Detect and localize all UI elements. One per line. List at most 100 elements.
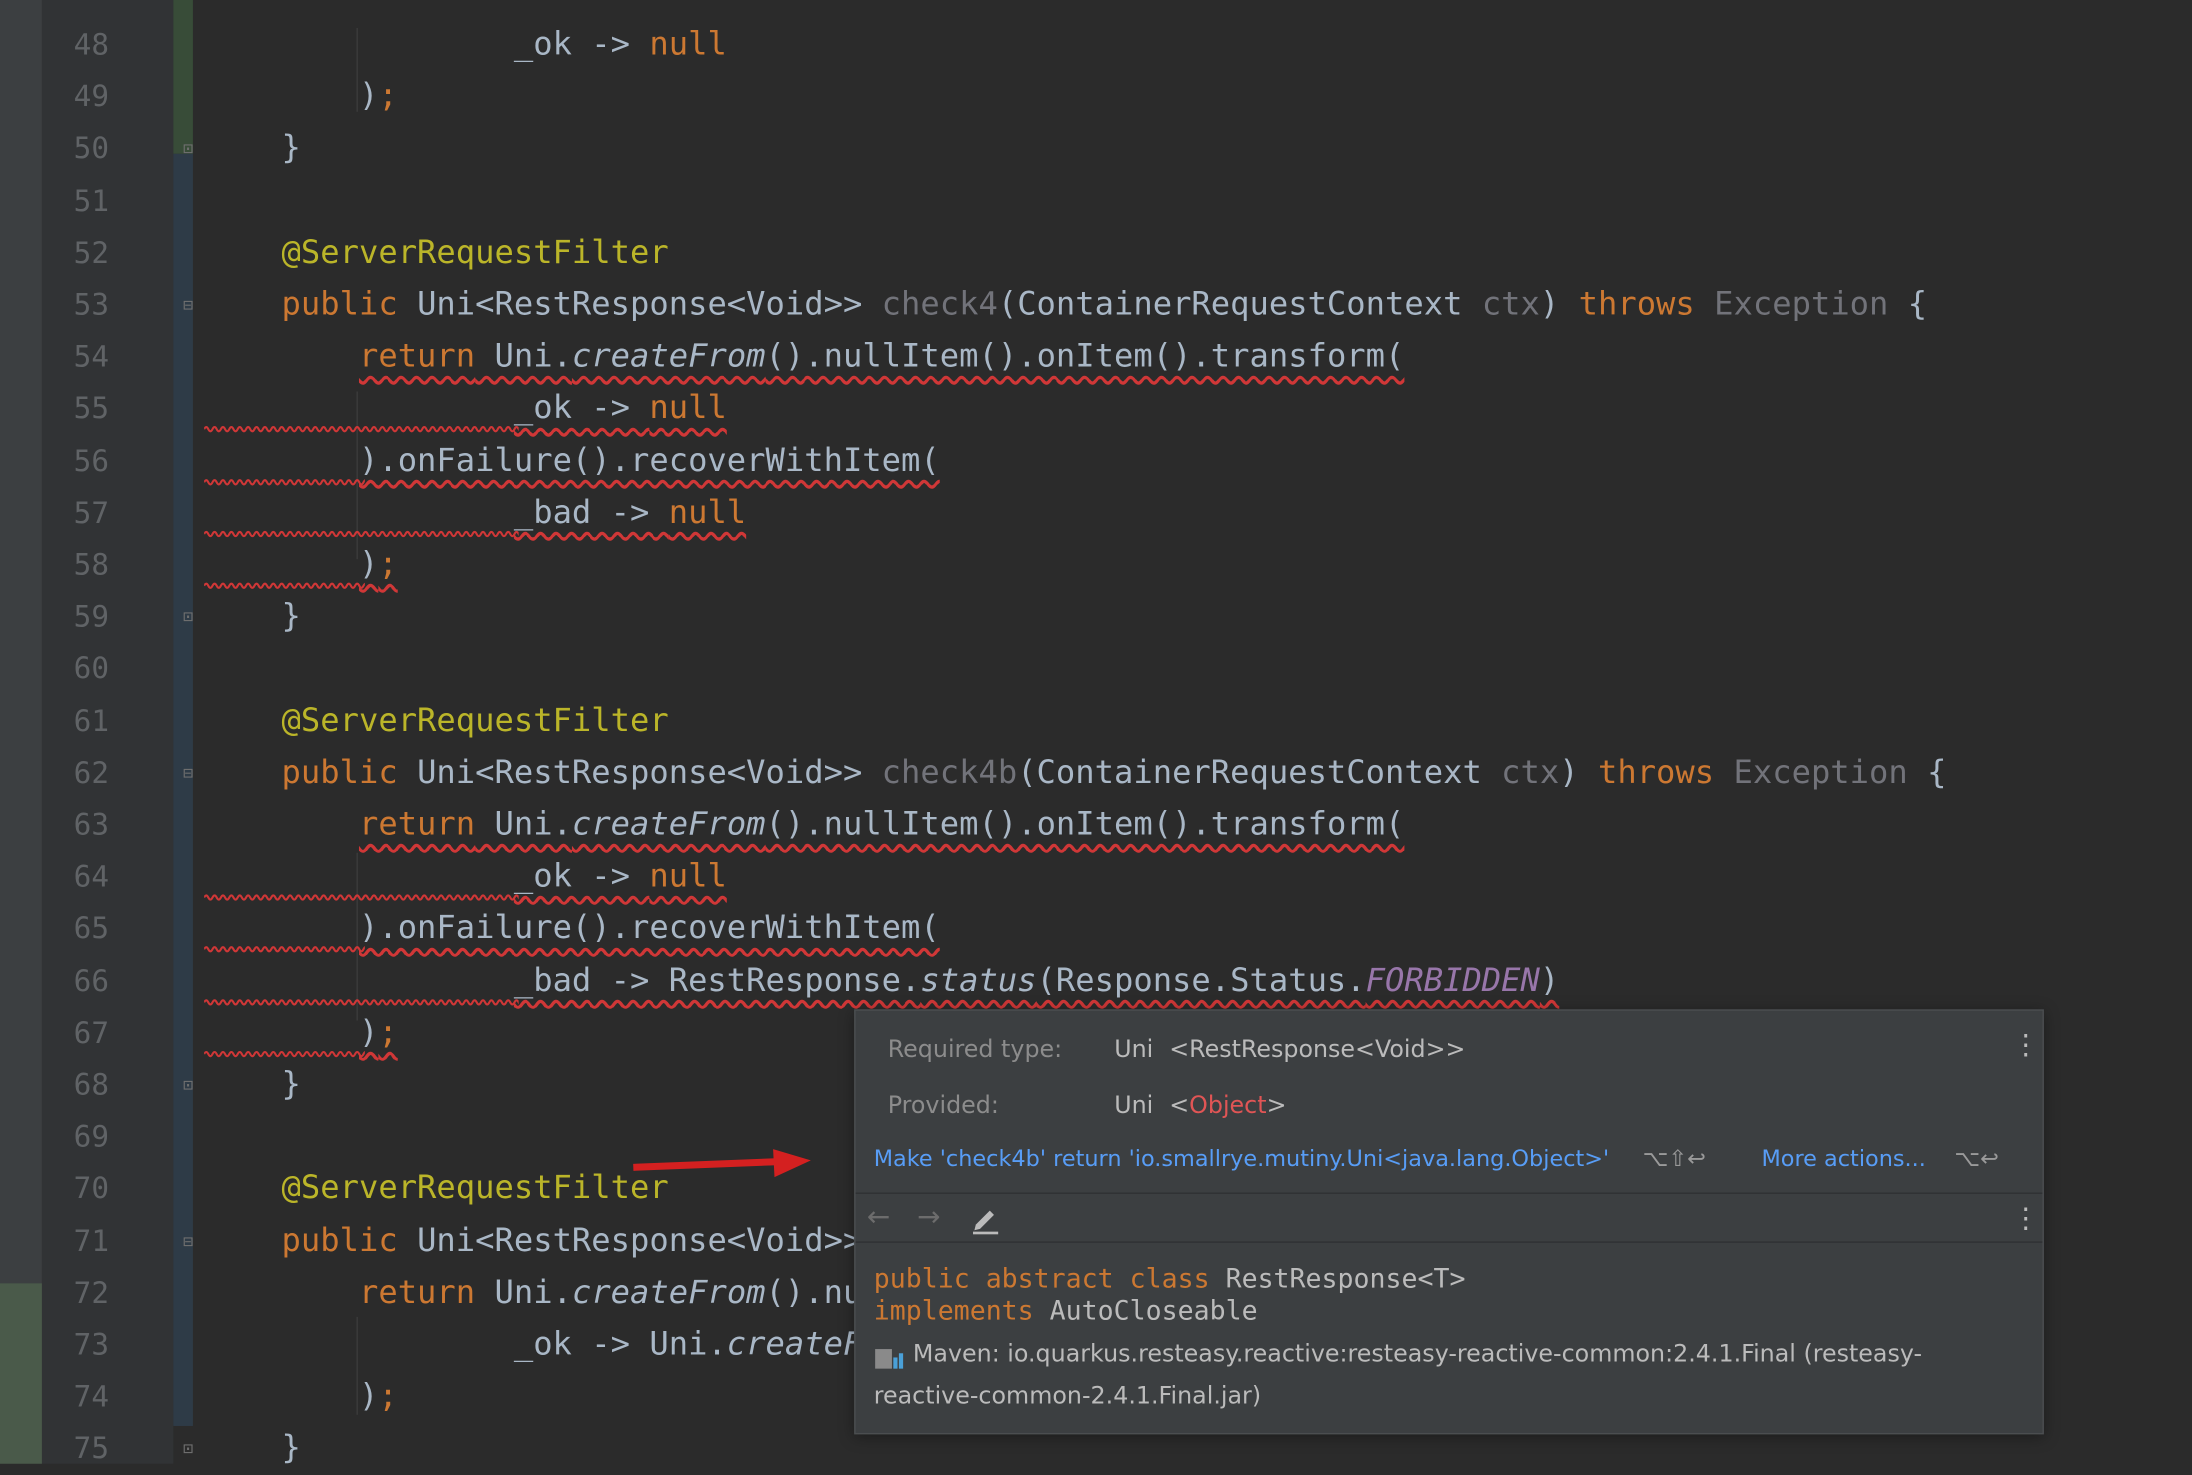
red-arrow-annotation <box>633 1149 811 1178</box>
line-number: 64 <box>73 860 110 894</box>
code-line[interactable]: 59 } ⊡ <box>0 592 2192 644</box>
indent-guide <box>356 1316 358 1415</box>
provided-type-value: Uni <box>1114 1091 1154 1120</box>
code-line[interactable]: 48 _ok -> null <box>0 20 2192 72</box>
popup-separator <box>855 1192 2043 1194</box>
forward-arrow-icon[interactable]: → <box>917 1199 940 1233</box>
code-text[interactable]: ); <box>204 72 398 124</box>
doc-implements: implements AutoCloseable <box>873 1295 1258 1327</box>
indent-guide <box>356 852 358 1021</box>
code-text[interactable]: @ServerRequestFilter <box>204 696 669 748</box>
code-text[interactable]: public Uni<RestResponse<Void>> check4b(C… <box>204 748 1947 800</box>
line-number: 55 <box>73 391 110 426</box>
provided-generic-open: < <box>1169 1091 1190 1120</box>
code-line[interactable]: 49 ); <box>0 72 2192 124</box>
line-number: 70 <box>73 1172 110 1206</box>
code-text[interactable]: _ok -> Uni.createFrom() <box>204 1320 959 1372</box>
line-number: 63 <box>73 808 110 842</box>
error-squiggle <box>204 582 365 589</box>
code-text[interactable]: } <box>204 1060 301 1112</box>
line-number: 69 <box>73 1120 110 1154</box>
back-arrow-icon[interactable]: ← <box>867 1199 890 1233</box>
code-line[interactable]: 60 <box>0 644 2192 696</box>
provided-generic-object: Object <box>1189 1091 1267 1120</box>
edit-source-icon[interactable] <box>970 1204 1001 1240</box>
doc-interface-name[interactable]: AutoCloseable <box>1050 1296 1258 1327</box>
code-text[interactable]: return Uni.createFrom().nullItem().onIte… <box>204 332 1404 384</box>
line-number: 66 <box>73 964 110 998</box>
fold-marker-icon[interactable]: ⊟ <box>183 763 200 783</box>
line-number: 73 <box>73 1328 110 1362</box>
line-number: 68 <box>73 1068 110 1102</box>
line-number: 48 <box>73 27 110 62</box>
quick-fix-make-return-type[interactable]: Make 'check4b' return 'io.smallrye.mutin… <box>874 1145 1609 1172</box>
popup-menu-icon[interactable]: ⋮ <box>2012 1030 2040 1058</box>
code-line[interactable]: 52 @ServerRequestFilter <box>0 228 2192 280</box>
error-squiggle <box>204 1050 365 1057</box>
line-number: 67 <box>73 1016 110 1050</box>
maven-library-icon <box>874 1346 908 1377</box>
line-number: 62 <box>73 756 110 790</box>
line-number: 52 <box>73 235 110 270</box>
line-number: 75 <box>73 1432 110 1466</box>
doc-menu-icon[interactable]: ⋮ <box>2012 1204 2040 1232</box>
line-number: 57 <box>73 496 110 530</box>
code-text[interactable]: } <box>204 124 301 176</box>
line-number: 53 <box>73 287 110 322</box>
line-number: 59 <box>73 600 110 634</box>
fold-marker-icon[interactable]: ⊡ <box>183 607 200 627</box>
line-number: 72 <box>73 1276 110 1310</box>
code-line[interactable]: 63 return Uni.createFrom().nullItem().on… <box>0 800 2192 852</box>
error-squiggle <box>204 426 519 433</box>
doc-class-signature: public abstract class RestResponse<T> <box>873 1263 1466 1295</box>
line-number: 65 <box>73 912 110 946</box>
code-line[interactable]: 54 return Uni.createFrom().nullItem().on… <box>0 332 2192 384</box>
code-text[interactable]: @ServerRequestFilter <box>204 1164 669 1216</box>
error-squiggle <box>204 998 519 1005</box>
error-tooltip-popup: Required type: Uni <RestResponse<Void>> … <box>854 1009 2044 1435</box>
code-line[interactable]: 53 public Uni<RestResponse<Void>> check4… <box>0 280 2192 332</box>
error-squiggle <box>204 946 365 953</box>
required-type-generic: <RestResponse<Void>> <box>1169 1035 1466 1064</box>
line-number: 61 <box>73 704 110 738</box>
fold-marker-icon[interactable]: ⊡ <box>183 1075 200 1095</box>
line-number: 58 <box>73 548 110 582</box>
line-number: 49 <box>73 79 110 114</box>
quick-fix-shortcut: ⌥⇧↩ <box>1642 1144 1706 1172</box>
editor-window: 48 _ok -> null 49 ); 50 } ⊡ 51 52 @ServerRequ… <box>0 0 2192 1467</box>
popup-separator-doc <box>855 1241 2043 1243</box>
doc-class-generic: <T> <box>1417 1263 1466 1295</box>
fold-marker-icon[interactable]: ⊟ <box>183 295 200 315</box>
code-line[interactable]: 50 } ⊡ <box>0 124 2192 176</box>
code-text[interactable]: } <box>204 1424 301 1475</box>
code-text[interactable]: } <box>204 592 301 644</box>
fold-marker-icon[interactable]: ⊡ <box>183 139 200 159</box>
line-number: 51 <box>73 183 110 218</box>
code-text[interactable]: _ok -> null <box>204 20 727 72</box>
provided-generic-close: > <box>1266 1091 1287 1120</box>
code-text[interactable]: @ServerRequestFilter <box>204 228 669 280</box>
line-number: 54 <box>73 339 110 374</box>
line-number: 50 <box>73 131 110 166</box>
code-line[interactable]: 62 public Uni<RestResponse<Void>> check4… <box>0 748 2192 800</box>
more-actions-link[interactable]: More actions... <box>1761 1145 1925 1172</box>
fold-marker-icon[interactable]: ⊟ <box>183 1231 200 1251</box>
maven-source-line1: Maven: io.quarkus.resteasy.reactive:rest… <box>912 1340 1923 1369</box>
required-type-value: Uni <box>1114 1035 1154 1064</box>
required-type-label: Required type: <box>887 1035 1063 1064</box>
code-text[interactable]: ); <box>204 1372 398 1424</box>
code-line[interactable]: 51 <box>0 176 2192 228</box>
error-squiggle <box>204 894 519 901</box>
line-number: 56 <box>73 443 110 478</box>
fold-marker-icon[interactable]: ⊡ <box>183 1439 200 1459</box>
doc-class-name[interactable]: RestResponse <box>1226 1264 1418 1295</box>
error-squiggle <box>204 530 519 537</box>
more-actions-shortcut: ⌥↩ <box>1954 1144 1999 1172</box>
code-text[interactable]: public Uni<RestResponse<Void>> check4(Co… <box>204 280 1928 332</box>
error-squiggle <box>204 478 365 485</box>
maven-source-line2: reactive-common-2.4.1.Final.jar) <box>873 1382 1262 1411</box>
indent-guide <box>356 27 358 112</box>
code-text[interactable]: return Uni.createFrom().nullItem().onIte… <box>204 800 1404 852</box>
line-number: 74 <box>73 1380 110 1414</box>
code-line[interactable]: 61 @ServerRequestFilter <box>0 696 2192 748</box>
